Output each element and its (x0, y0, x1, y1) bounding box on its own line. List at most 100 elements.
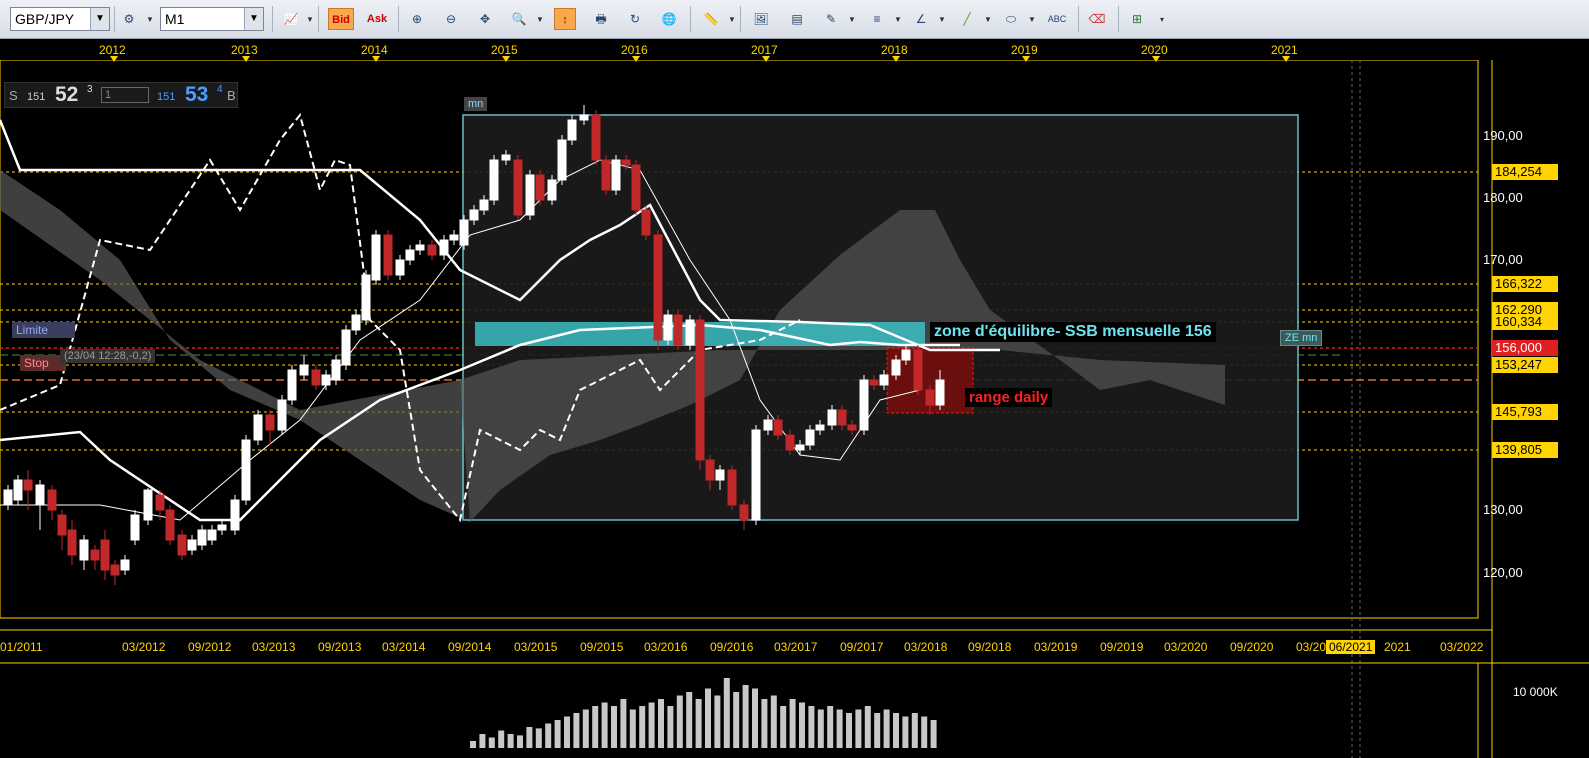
magnifier-icon[interactable]: 🔍 (508, 8, 530, 30)
candle-body (547, 179, 557, 201)
candle-body (110, 564, 120, 576)
bid-button[interactable]: Bid (328, 8, 354, 30)
volume-bar (780, 706, 787, 748)
candle-body (827, 409, 837, 426)
chevron-down-icon[interactable]: ▼ (938, 15, 946, 24)
candle-body (415, 244, 425, 251)
volume-bar (573, 713, 580, 748)
lots-input[interactable]: 1 (101, 87, 149, 103)
chevron-down-icon[interactable]: ▼ (894, 15, 902, 24)
candle-body (321, 374, 331, 386)
candle-body (795, 444, 805, 451)
order-info: (23/04 12:28,-0,2) (60, 349, 156, 363)
volume-bar (611, 706, 617, 748)
candle-body (253, 414, 263, 441)
fan-icon[interactable]: ∠ (910, 8, 932, 30)
candle-body (287, 369, 297, 401)
globe-icon[interactable]: 🌐 (658, 8, 680, 30)
hierarchy-icon[interactable]: ⊞ (1126, 8, 1148, 30)
drawing-tools-icon[interactable]: ✎ (820, 8, 842, 30)
image-icon[interactable]: 🖼 (750, 8, 772, 30)
candle-body (13, 479, 23, 501)
zoom-out-icon[interactable]: ⊖ (440, 8, 462, 30)
price-level-label: 160,334 (1492, 314, 1558, 330)
candle-body (847, 424, 857, 431)
text-icon[interactable]: ABC (1046, 8, 1068, 30)
candle-body (311, 369, 321, 386)
indicator-icon[interactable]: ⚙ (118, 8, 140, 30)
candle-body (265, 414, 275, 431)
ask-button[interactable]: Ask (364, 8, 390, 30)
chevron-down-icon[interactable]: ▼ (728, 15, 736, 24)
symbol-select[interactable]: GBP/JPY ▼ (10, 7, 110, 31)
template-icon[interactable]: ▤ (786, 8, 808, 30)
refresh-icon[interactable]: ↻ (624, 8, 646, 30)
candle-body (187, 539, 197, 551)
price-tick: 190,00 (1483, 128, 1523, 143)
ellipse-icon[interactable]: ⬭ (1000, 8, 1022, 30)
sell-pips[interactable]: 52 (55, 83, 78, 107)
symbol-value: GBP/JPY (15, 11, 75, 27)
date-label: 01/2011 (0, 640, 43, 654)
year-label: 2018 (881, 43, 908, 57)
buy-pips[interactable]: 53 (185, 83, 208, 107)
date-label: 09/2014 (448, 640, 492, 654)
date-label: 03/2015 (514, 640, 558, 654)
year-label: 2014 (361, 43, 388, 57)
year-label: 2021 (1271, 43, 1298, 57)
zoom-in-icon[interactable]: ⊕ (406, 8, 428, 30)
candle-body (653, 234, 663, 341)
cursor-icon[interactable]: ✥ (474, 8, 496, 30)
candle-body (601, 159, 611, 191)
volume-bar (639, 706, 646, 748)
candle-body (207, 529, 217, 541)
crosshair-icon[interactable]: ↕ (554, 8, 576, 30)
volume-bar (498, 730, 505, 748)
limite-tag[interactable]: Limite (12, 322, 75, 338)
chevron-down-icon[interactable]: ▼ (146, 15, 154, 24)
volume-bar (695, 699, 702, 748)
candle-body (427, 244, 437, 256)
more-icon[interactable]: ▾ (1160, 15, 1164, 24)
candle-body (501, 154, 511, 161)
chevron-down-icon[interactable]: ▼ (848, 15, 856, 24)
price-tick: 130,00 (1483, 502, 1523, 517)
chevron-down-icon[interactable]: ▼ (1028, 15, 1036, 24)
candle-body (891, 359, 901, 376)
chevron-down-icon[interactable]: ▼ (536, 15, 544, 24)
date-label: 03/2022 (1440, 640, 1484, 654)
date-label: 03/2012 (122, 640, 166, 654)
date-label: 03/2020 (1164, 640, 1208, 654)
candle-body (815, 424, 825, 431)
chevron-down-icon[interactable]: ▼ (984, 15, 992, 24)
chart-toolbar: GBP/JPY ▼ ⚙ ▼ M1 ▼ 📈 ▼ Bid Ask ⊕ ⊖ ✥ 🔍 ▼… (0, 0, 1589, 39)
candle-body (449, 234, 459, 241)
candle-body (371, 234, 381, 281)
lines-icon[interactable]: ≡ (866, 8, 888, 30)
print-icon[interactable]: 🖶 (590, 8, 612, 30)
chevron-down-icon[interactable]: ▼ (90, 8, 109, 30)
volume-bar (686, 692, 693, 748)
volume-bar (601, 702, 608, 748)
volume-bar (911, 713, 918, 748)
date-label: 06/2021 (1326, 640, 1376, 654)
trendline-icon[interactable]: ╱ (956, 8, 978, 30)
chart-type-icon[interactable]: 📈 (280, 8, 302, 30)
candle-body (351, 314, 361, 331)
candle-body (859, 379, 869, 431)
date-label: 09/2015 (580, 640, 624, 654)
eraser-icon[interactable]: ⌫ (1086, 8, 1108, 30)
chevron-down-icon[interactable]: ▼ (306, 15, 314, 24)
sell-label: S (9, 88, 18, 103)
volume-bar (902, 716, 909, 748)
volume-bar (770, 695, 777, 748)
ruler-icon[interactable]: 📏 (700, 8, 722, 30)
volume-bar (705, 688, 711, 748)
volume-bar (479, 734, 486, 748)
buy-label: B (227, 88, 236, 103)
volume-bar (836, 709, 843, 748)
volume-bar (864, 706, 871, 748)
chevron-down-icon[interactable]: ▼ (244, 8, 263, 30)
candle-body (525, 174, 535, 216)
timeframe-select[interactable]: M1 ▼ (160, 7, 264, 31)
